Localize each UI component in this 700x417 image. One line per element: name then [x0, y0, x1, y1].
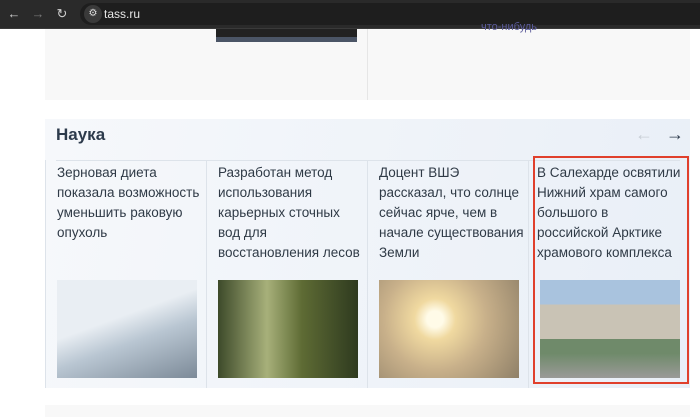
- news-title[interactable]: Зерновая диета показала возможность умен…: [57, 163, 202, 243]
- url-text: tass.ru: [104, 7, 141, 21]
- next-arrow-icon[interactable]: →: [666, 124, 684, 145]
- news-card[interactable]: Разработан метод использования карьерных…: [206, 160, 367, 388]
- section-title[interactable]: Наука: [56, 125, 105, 145]
- divider: [367, 29, 368, 100]
- address-bar[interactable]: ⚙ tass.ru: [80, 3, 700, 25]
- back-icon[interactable]: ←: [6, 6, 22, 21]
- forward-icon[interactable]: →: [30, 6, 46, 21]
- news-image[interactable]: [57, 280, 197, 378]
- news-title[interactable]: Разработан метод использования карьерных…: [218, 163, 363, 263]
- previous-section: что-нибудь: [45, 21, 690, 100]
- prev-arrow-icon[interactable]: ←: [635, 124, 653, 145]
- next-section: [45, 405, 690, 417]
- highlight-box: [533, 156, 689, 384]
- news-card[interactable]: Зерновая диета показала возможность умен…: [45, 160, 206, 388]
- news-image[interactable]: [379, 280, 519, 378]
- news-image[interactable]: [218, 280, 358, 378]
- browser-toolbar: ← → ↻ ⚙ tass.ru: [0, 0, 700, 29]
- reload-icon[interactable]: ↻: [54, 6, 70, 22]
- news-title[interactable]: Доцент ВШЭ рассказал, что солнце сейчас …: [379, 163, 524, 263]
- cut-link-text[interactable]: что-нибудь: [481, 21, 537, 33]
- site-settings-icon[interactable]: ⚙: [84, 5, 102, 23]
- news-card[interactable]: Доцент ВШЭ рассказал, что солнце сейчас …: [367, 160, 528, 388]
- news-image[interactable]: [216, 29, 357, 42]
